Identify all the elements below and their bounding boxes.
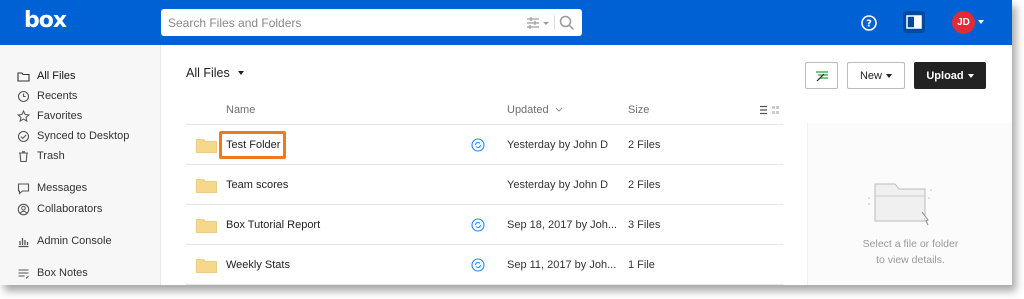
table-row[interactable]: Weekly Stats Sep 11, 2017 by Joh... 1 Fi… [186, 245, 783, 285]
clock-icon [17, 90, 30, 102]
user-circle-icon [17, 203, 30, 215]
main-content: All Files New Upload Name Updated Size T… [161, 45, 1012, 285]
star-icon [17, 109, 30, 122]
sidebar-item-label: Favorites [37, 110, 83, 122]
table-header: Name Updated Size [186, 97, 783, 125]
sidebar-item-label: Admin Console [37, 235, 112, 247]
bar-chart-icon [18, 237, 29, 247]
sidebar: All Files Recents Favorites Synced to De… [0, 45, 161, 285]
check-circle-icon [17, 130, 30, 142]
sidebar-item-collaborators[interactable]: Collaborators [17, 200, 102, 218]
message-icon [17, 182, 30, 195]
size-cell: 2 Files [628, 139, 661, 151]
file-table: Name Updated Size Test Folder Yesterday … [186, 97, 783, 285]
breadcrumb[interactable]: All Files [186, 66, 244, 80]
new-button[interactable]: New [847, 62, 905, 89]
column-name-header[interactable]: Name [226, 104, 255, 116]
sidebar-item-trash[interactable]: Trash [17, 147, 65, 165]
sync-icon [471, 258, 485, 272]
sidebar-item-recents[interactable]: Recents [17, 87, 77, 105]
table-row[interactable]: Box Tutorial Report Sep 18, 2017 by Joh.… [186, 205, 783, 245]
trash-icon [19, 150, 28, 162]
sidebar-item-synced[interactable]: Synced to Desktop [17, 127, 129, 145]
updated-cell: Yesterday by John D [507, 139, 609, 151]
sidebar-item-messages[interactable]: Messages [17, 179, 87, 197]
box-logo[interactable]: box [24, 8, 67, 33]
size-cell: 3 Files [628, 219, 661, 231]
size-cell: 1 File [628, 259, 655, 271]
details-empty-line-2: to view details. [876, 254, 945, 266]
breadcrumb-caret-icon [237, 71, 244, 75]
breadcrumb-label: All Files [186, 66, 230, 80]
details-panel-toggle-icon[interactable] [903, 11, 925, 33]
folder-icon [196, 139, 217, 153]
folder-icon [17, 71, 30, 82]
search-filter-icon[interactable] [525, 14, 551, 32]
lines-icon [815, 70, 828, 81]
sidebar-item-label: Synced to Desktop [37, 130, 130, 142]
file-name-link[interactable]: Team scores [226, 179, 288, 191]
app-window: box ? JD [0, 0, 1012, 285]
size-cell: 2 Files [628, 179, 661, 191]
sidebar-item-label: Recents [37, 90, 78, 102]
updated-cell: Sep 11, 2017 by Joh... [507, 259, 617, 271]
updated-cell: Sep 18, 2017 by Joh... [507, 219, 618, 231]
folder-icon [196, 179, 217, 193]
details-panel: Select a file or folder to view details. [807, 123, 1012, 285]
details-empty-message: Select a file or folder to view details. [808, 236, 1012, 268]
upload-caret-icon [967, 73, 974, 78]
notes-icon [18, 268, 29, 279]
sort-chevron-icon [555, 107, 562, 112]
account-menu-caret-icon[interactable] [978, 20, 984, 24]
sidebar-item-label: Messages [37, 182, 88, 194]
sidebar-item-box-notes[interactable]: Box Notes [17, 264, 88, 282]
sync-icon [471, 138, 485, 152]
column-updated-label: Updated [507, 104, 549, 116]
list-grid-view-icon[interactable] [759, 105, 781, 115]
table-row[interactable]: Test Folder Yesterday by John D 2 Files [186, 125, 783, 165]
new-button-label: New [859, 69, 882, 82]
column-updated-header[interactable]: Updated [507, 104, 563, 116]
folder-icon [196, 259, 217, 273]
sidebar-item-all-files[interactable]: All Files [17, 67, 76, 85]
table-row[interactable]: Team scores Yesterday by John D 2 Files [186, 165, 783, 205]
file-name-link[interactable]: Weekly Stats [226, 259, 290, 271]
file-name-link[interactable]: Box Tutorial Report [226, 219, 320, 231]
sidebar-item-label: All Files [37, 70, 76, 82]
svg-text:?: ? [866, 19, 872, 30]
help-icon[interactable]: ? [856, 10, 882, 36]
top-bar: box ? JD [0, 0, 1012, 45]
sidebar-item-favorites[interactable]: Favorites [17, 107, 82, 125]
search-input[interactable] [161, 9, 511, 36]
sidebar-item-admin-console[interactable]: Admin Console [17, 232, 112, 250]
upload-button[interactable]: Upload [914, 62, 986, 89]
search-box[interactable] [161, 9, 582, 36]
switch-view-button[interactable] [805, 62, 838, 89]
column-size-header[interactable]: Size [628, 104, 649, 116]
sidebar-item-label: Trash [37, 150, 65, 162]
upload-button-label: Upload [926, 69, 964, 82]
sidebar-item-label: Box Notes [37, 267, 88, 279]
search-icon[interactable] [558, 14, 576, 32]
sync-icon [471, 218, 485, 232]
highlight-box [219, 131, 286, 159]
folder-icon [196, 219, 217, 233]
search-divider [554, 15, 555, 30]
empty-folder-illustration-icon [868, 183, 932, 226]
new-caret-icon [886, 73, 892, 78]
details-empty-line-1: Select a file or folder [862, 238, 959, 250]
user-avatar[interactable]: JD [952, 11, 975, 34]
sidebar-item-label: Collaborators [37, 203, 103, 215]
updated-cell: Yesterday by John D [507, 179, 609, 191]
